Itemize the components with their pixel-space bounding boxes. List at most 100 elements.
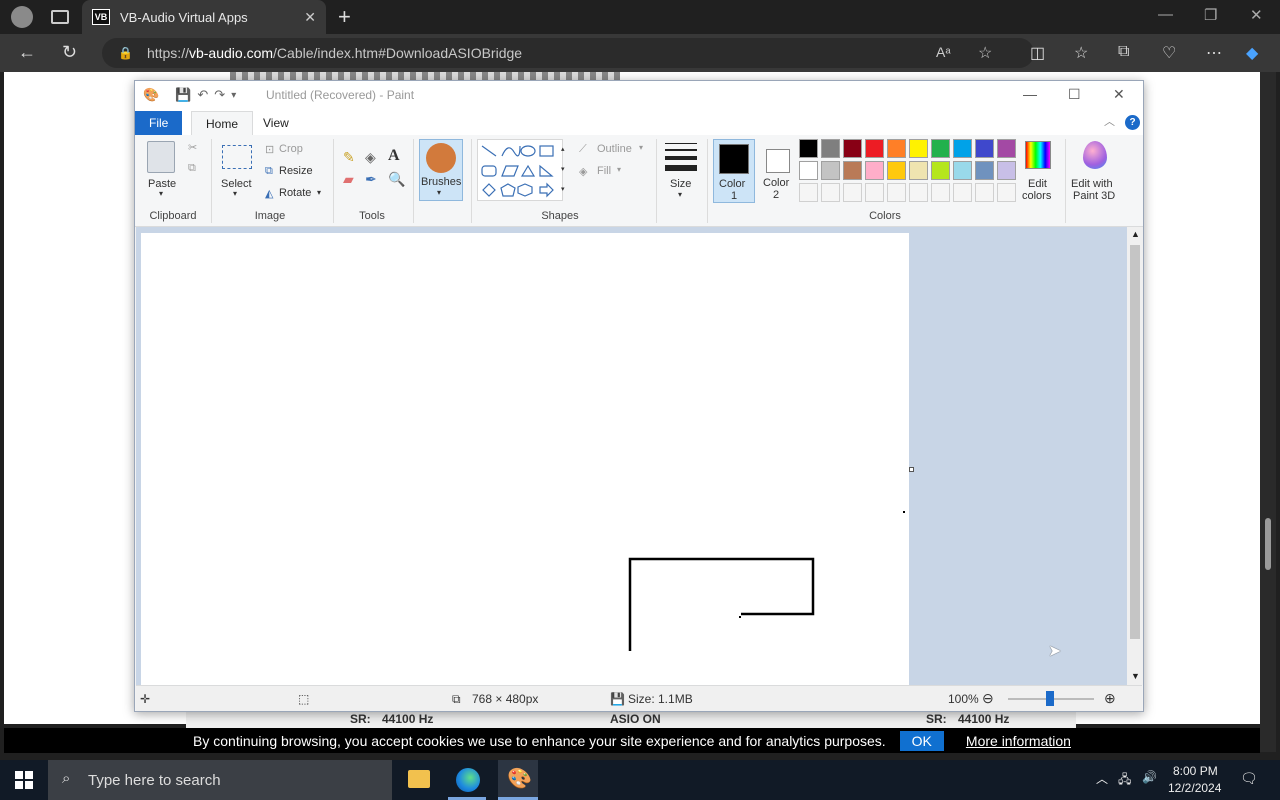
edge-icon[interactable] bbox=[456, 768, 480, 792]
extensions-icon[interactable]: ♡ bbox=[1162, 43, 1176, 63]
redo-icon[interactable]: ↷ bbox=[214, 87, 225, 103]
paste-dropdown-icon[interactable]: ▾ bbox=[159, 189, 163, 198]
paint-maximize-icon[interactable]: ☐ bbox=[1068, 86, 1081, 103]
fill-dropdown-icon[interactable]: ▾ bbox=[617, 165, 621, 174]
palette-swatch[interactable] bbox=[975, 139, 994, 158]
scroll-down-icon[interactable]: ▼ bbox=[1131, 671, 1140, 681]
refresh-icon[interactable]: ↻ bbox=[62, 42, 77, 63]
start-icon[interactable] bbox=[15, 771, 33, 789]
palette-custom-slot[interactable] bbox=[997, 183, 1016, 202]
select-dropdown-icon[interactable]: ▾ bbox=[233, 189, 237, 198]
palette-swatch[interactable] bbox=[953, 139, 972, 158]
palette-swatch[interactable] bbox=[865, 161, 884, 180]
split-screen-icon[interactable]: ◫ bbox=[1030, 43, 1045, 63]
pencil-icon[interactable]: ✎ bbox=[343, 149, 355, 166]
zoom-in-icon[interactable]: ⊕ bbox=[1104, 690, 1116, 707]
palette-swatch[interactable] bbox=[975, 161, 994, 180]
palette-swatch[interactable] bbox=[931, 161, 950, 180]
palette-swatch[interactable] bbox=[997, 161, 1016, 180]
paste-icon[interactable] bbox=[147, 141, 175, 173]
fill-icon[interactable]: ◈ bbox=[579, 165, 587, 178]
tab-home[interactable]: Home bbox=[191, 111, 254, 135]
palette-swatch[interactable] bbox=[931, 139, 950, 158]
palette-swatch[interactable] bbox=[821, 139, 840, 158]
network-icon[interactable]: 🖧 bbox=[1118, 770, 1131, 791]
edit-colors-line1[interactable]: Edit bbox=[1028, 178, 1047, 190]
file-explorer-icon[interactable] bbox=[408, 770, 430, 788]
outline-button[interactable]: Outline bbox=[597, 143, 632, 155]
customize-qat-icon[interactable]: ▾ bbox=[231, 90, 236, 101]
undo-icon[interactable]: ↶ bbox=[197, 87, 208, 103]
palette-swatch[interactable] bbox=[821, 161, 840, 180]
canvas-vscroll-thumb[interactable] bbox=[1130, 245, 1140, 639]
cookie-more-link[interactable]: More information bbox=[966, 733, 1071, 749]
read-aloud-icon[interactable]: Aᵃ bbox=[936, 44, 951, 60]
canvas-vscrollbar[interactable]: ▲ ▼ bbox=[1127, 227, 1143, 685]
help-icon[interactable]: ? bbox=[1125, 115, 1140, 130]
more-menu-icon[interactable]: ⋯ bbox=[1206, 43, 1222, 63]
zoom-out-icon[interactable]: ⊖ bbox=[982, 690, 994, 707]
cut-icon[interactable]: ✂ bbox=[188, 141, 197, 154]
drawing-canvas[interactable] bbox=[141, 233, 909, 685]
outline-icon[interactable]: ⟋ bbox=[579, 143, 587, 156]
palette-swatch[interactable] bbox=[909, 139, 928, 158]
palette-custom-slot[interactable] bbox=[909, 183, 928, 202]
scroll-up-icon[interactable]: ▲ bbox=[1131, 229, 1140, 239]
favorites-icon[interactable]: ☆ bbox=[1074, 43, 1088, 63]
palette-swatch[interactable] bbox=[997, 139, 1016, 158]
copy-icon[interactable]: ⧉ bbox=[188, 162, 196, 175]
tab-file[interactable]: File bbox=[135, 111, 183, 135]
brushes-button[interactable]: Brushes ▾ bbox=[419, 139, 463, 201]
paint3d-line2[interactable]: Paint 3D bbox=[1073, 190, 1115, 202]
collections-icon[interactable]: ⧉ bbox=[1118, 43, 1129, 61]
palette-swatch[interactable] bbox=[887, 139, 906, 158]
size-dropdown-icon[interactable]: ▾ bbox=[678, 190, 682, 199]
tab-close-icon[interactable]: ✕ bbox=[304, 9, 316, 26]
crop-button[interactable]: Crop bbox=[279, 143, 303, 155]
back-icon[interactable]: ← bbox=[18, 42, 36, 63]
cookie-ok-button[interactable]: OK bbox=[899, 730, 944, 751]
rotate-button[interactable]: Rotate bbox=[279, 187, 311, 199]
rotate-dropdown-icon[interactable]: ▾ bbox=[317, 188, 321, 197]
paint-minimize-icon[interactable]: — bbox=[1023, 86, 1037, 102]
size-icon[interactable] bbox=[665, 143, 697, 171]
palette-custom-slot[interactable] bbox=[975, 183, 994, 202]
palette-swatch[interactable] bbox=[799, 139, 818, 158]
palette-custom-slot[interactable] bbox=[821, 183, 840, 202]
palette-custom-slot[interactable] bbox=[843, 183, 862, 202]
clock-time[interactable]: 8:00 PM bbox=[1173, 764, 1218, 778]
volume-icon[interactable]: 🔊 bbox=[1142, 770, 1157, 784]
close-window-icon[interactable]: ✕ bbox=[1250, 6, 1263, 24]
clock-date[interactable]: 12/2/2024 bbox=[1168, 781, 1221, 795]
palette-swatch[interactable] bbox=[799, 161, 818, 180]
outline-dropdown-icon[interactable]: ▾ bbox=[639, 143, 643, 152]
minimize-icon[interactable]: — bbox=[1158, 6, 1173, 23]
resize-button[interactable]: Resize bbox=[279, 165, 313, 177]
new-tab-icon[interactable]: + bbox=[338, 4, 351, 30]
taskbar-search[interactable]: ⌕ Type here to search bbox=[48, 760, 392, 800]
palette-custom-slot[interactable] bbox=[887, 183, 906, 202]
select-icon[interactable] bbox=[222, 145, 252, 169]
palette-custom-slot[interactable] bbox=[931, 183, 950, 202]
notifications-icon[interactable]: 🗨 bbox=[1240, 770, 1258, 787]
color2-button[interactable]: Color 2 bbox=[761, 139, 803, 203]
page-scroll-thumb[interactable] bbox=[1265, 518, 1271, 570]
paint-close-icon[interactable]: ✕ bbox=[1113, 86, 1125, 103]
canvas-resize-handle[interactable] bbox=[909, 467, 914, 472]
restore-icon[interactable]: ❐ bbox=[1204, 6, 1217, 24]
palette-swatch[interactable] bbox=[953, 161, 972, 180]
fill-bucket-icon[interactable]: ◈ bbox=[365, 149, 376, 166]
crop-icon[interactable]: ⊡ bbox=[265, 143, 274, 156]
palette-swatch[interactable] bbox=[865, 139, 884, 158]
shapes-down-icon[interactable]: ▾ bbox=[561, 165, 565, 173]
palette-swatch[interactable] bbox=[843, 161, 862, 180]
copilot-icon[interactable]: ◆ bbox=[1246, 43, 1258, 63]
resize-icon[interactable]: ⧉ bbox=[265, 165, 273, 178]
palette-swatch[interactable] bbox=[887, 161, 906, 180]
save-icon[interactable]: 💾 bbox=[175, 87, 191, 103]
tab-actions-icon[interactable] bbox=[51, 10, 69, 24]
tray-overflow-icon[interactable]: ︿ bbox=[1096, 770, 1108, 787]
shapes-gallery[interactable] bbox=[477, 139, 563, 201]
color1-button[interactable]: Color 1 bbox=[713, 139, 755, 203]
eraser-icon[interactable]: ▰ bbox=[343, 171, 354, 188]
